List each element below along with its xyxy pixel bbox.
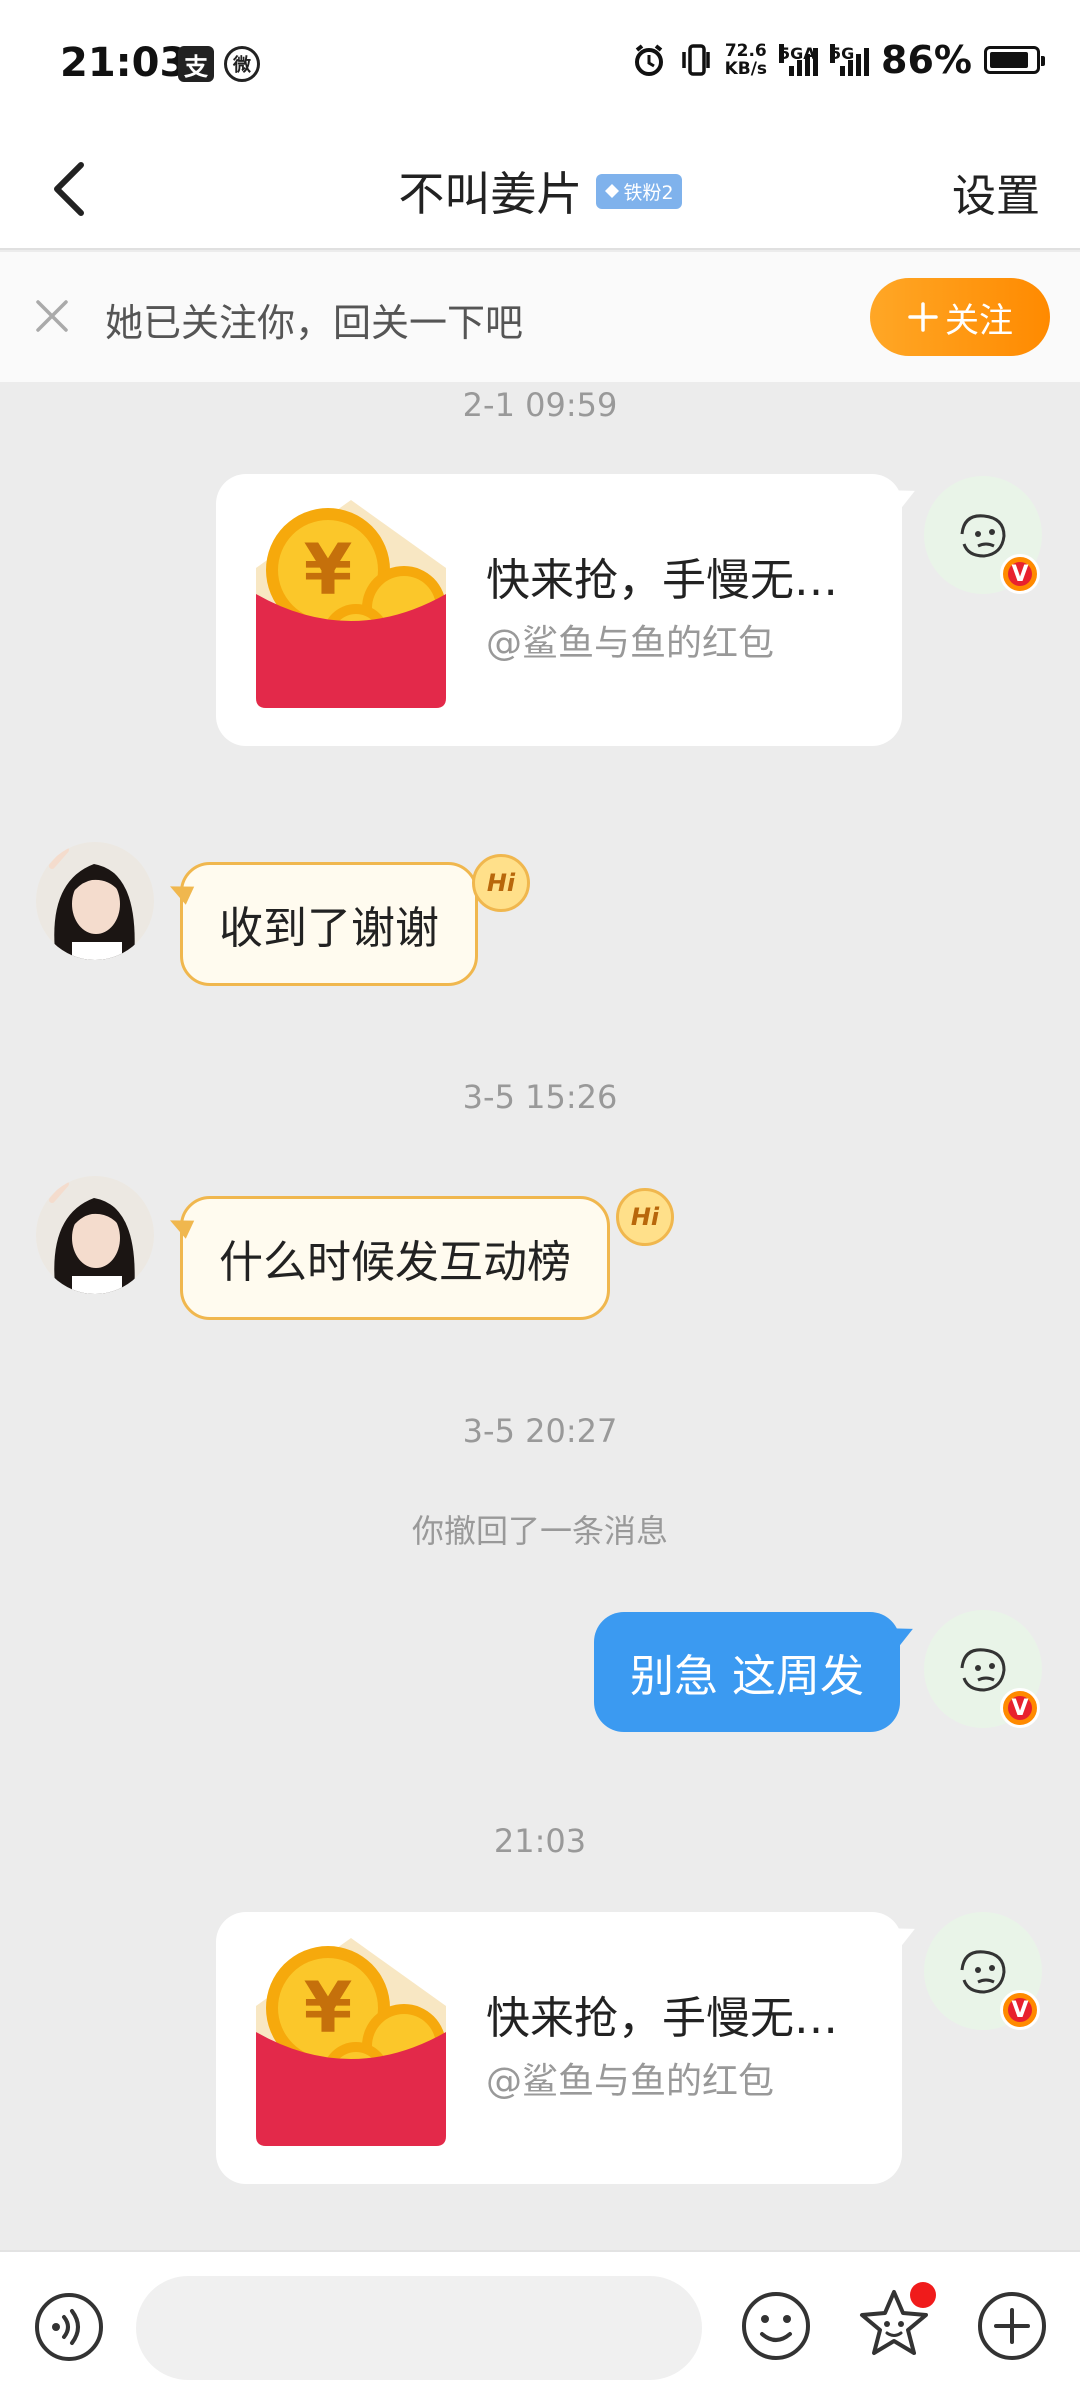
vip-badge: V xyxy=(1000,1688,1040,1728)
doodle-face-icon xyxy=(960,1648,1006,1692)
red-packet-title: 快来抢，手慢无… xyxy=(486,1993,838,2044)
my-avatar[interactable]: V xyxy=(924,476,1042,594)
red-packet-icon: ¥ xyxy=(256,500,446,708)
status-time: 21:03 xyxy=(60,40,188,86)
contact-message-bubble[interactable]: 什么时候发互动榜 xyxy=(180,1196,610,1320)
contact-photo xyxy=(36,842,154,960)
message-input[interactable] xyxy=(136,2276,702,2380)
recall-notice: 你撤回了一条消息 xyxy=(411,1512,668,1550)
message-timestamp: 3-5 15:26 xyxy=(462,1078,618,1116)
red-packet-sender: @鲨鱼与鱼的红包 xyxy=(486,623,775,664)
chat-title-wrap: 不叫姜片 铁粉2 xyxy=(0,158,1080,224)
red-packet-message[interactable]: ¥ 快来抢，手慢无… @鲨鱼与鱼的红包 xyxy=(216,474,902,746)
notification-icons: 支 微 xyxy=(178,46,260,82)
diamond-icon xyxy=(604,184,619,198)
vibrate-icon xyxy=(679,42,713,78)
settings-button[interactable]: 设置 xyxy=(952,160,1040,224)
follow-suggestion-bar: 她已关注你，回关一下吧 关注 xyxy=(0,252,1080,382)
red-packet-title: 快来抢，手慢无… xyxy=(486,555,838,606)
message-timestamp: 21:03 xyxy=(493,1822,587,1860)
vip-badge: V xyxy=(1000,554,1040,594)
battery-percent: 86% xyxy=(881,38,972,82)
voice-input-icon[interactable] xyxy=(34,2292,104,2362)
follow-suggestion-text: 她已关注你，回关一下吧 xyxy=(105,301,524,345)
close-icon[interactable] xyxy=(32,296,72,336)
my-avatar[interactable]: V xyxy=(924,1610,1042,1728)
contact-photo xyxy=(36,1176,154,1294)
add-more-icon[interactable] xyxy=(976,2290,1048,2362)
input-bar xyxy=(0,2250,1080,2400)
status-bar: 21:03 支 微 72.6 KB/s 5GA 5G 86% xyxy=(0,0,1080,130)
hi-badge-icon: Hi xyxy=(616,1188,674,1246)
fan-level-badge: 铁粉2 xyxy=(595,173,682,209)
sim2-signal-icon: 5G xyxy=(830,44,870,76)
notification-dot xyxy=(910,2282,936,2308)
network-speed: 72.6 KB/s xyxy=(724,41,768,79)
battery-level xyxy=(990,52,1028,68)
chat-title[interactable]: 不叫姜片 xyxy=(398,167,582,221)
chat-header: 不叫姜片 铁粉2 设置 xyxy=(0,130,1080,250)
sim1-signal-icon: 5GA xyxy=(779,44,819,76)
red-packet-sender: @鲨鱼与鱼的红包 xyxy=(486,2061,775,2102)
status-indicators: 72.6 KB/s 5GA 5G 86% xyxy=(631,38,1045,82)
follow-button[interactable]: 关注 xyxy=(870,278,1050,356)
svg-text:¥: ¥ xyxy=(304,1967,353,2049)
red-packet-message[interactable]: ¥ 快来抢，手慢无… @鲨鱼与鱼的红包 xyxy=(216,1912,902,2184)
red-packet-icon: ¥ xyxy=(256,1938,446,2146)
contact-message-bubble[interactable]: 收到了谢谢 xyxy=(180,862,478,986)
weibo-notification-icon: 微 xyxy=(224,46,260,82)
vip-badge: V xyxy=(1000,1990,1040,2030)
message-timestamp: 2-1 09:59 xyxy=(462,386,618,424)
contact-avatar[interactable] xyxy=(36,1176,154,1294)
alarm-icon xyxy=(631,42,667,78)
alipay-notification-icon: 支 xyxy=(178,46,214,82)
emoji-icon[interactable] xyxy=(740,2290,812,2362)
doodle-face-icon xyxy=(960,514,1006,558)
doodle-face-icon xyxy=(960,1950,1006,1994)
battery-icon xyxy=(984,46,1045,74)
message-timestamp: 3-5 20:27 xyxy=(462,1412,618,1450)
my-message-bubble[interactable]: 别急 这周发 xyxy=(594,1612,900,1732)
my-avatar[interactable]: V xyxy=(924,1912,1042,2030)
contact-avatar[interactable] xyxy=(36,842,154,960)
svg-text:¥: ¥ xyxy=(304,529,353,611)
plus-icon xyxy=(908,302,938,332)
hi-badge-icon: Hi xyxy=(472,854,530,912)
